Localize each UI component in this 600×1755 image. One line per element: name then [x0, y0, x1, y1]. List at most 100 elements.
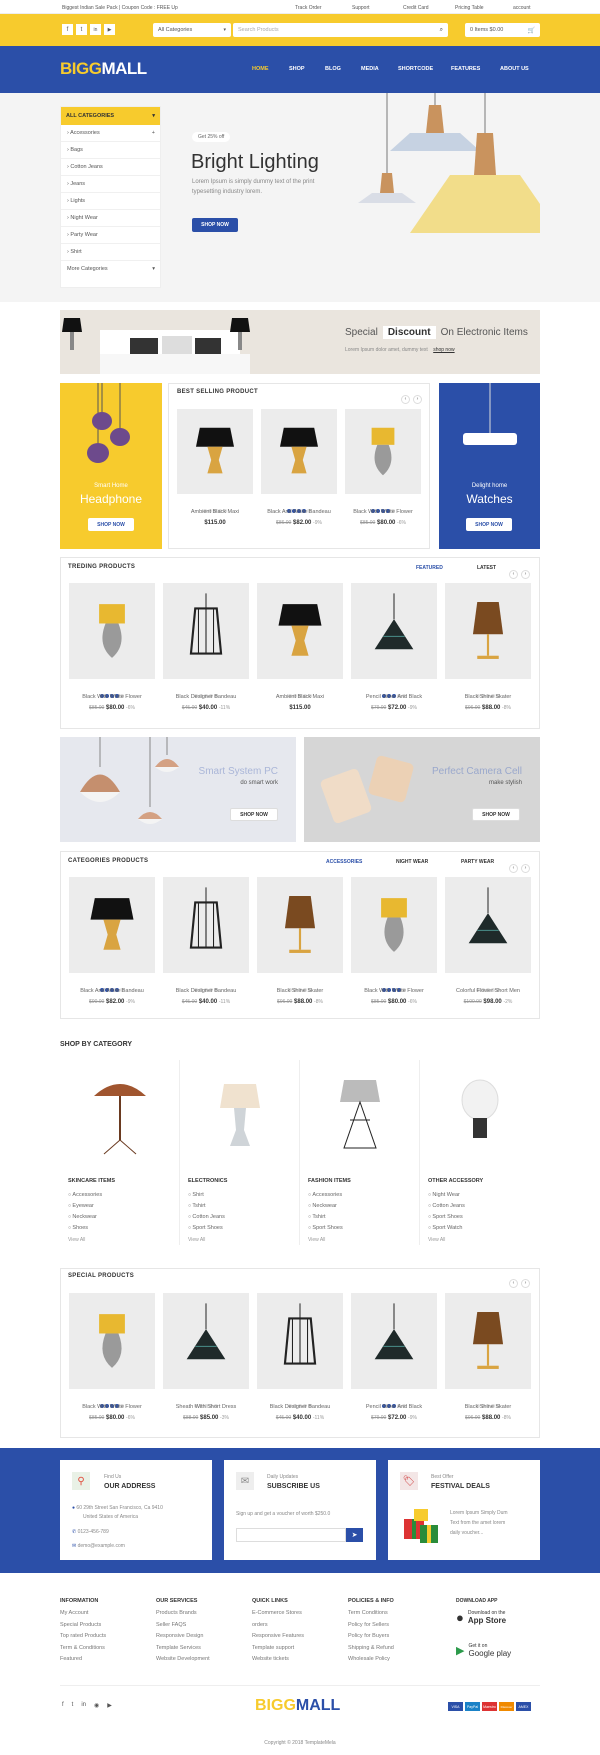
camera-cell-shop-button[interactable]: SHOP NOW	[472, 808, 520, 821]
nav-home[interactable]: HOME	[252, 66, 289, 72]
footer-link[interactable]: Term Conditions	[348, 1610, 388, 1616]
product-name[interactable]: Ambient Black Maxi	[257, 694, 343, 700]
category-link[interactable]: ○ Sport Shoes	[428, 1214, 463, 1220]
product-image[interactable]	[69, 583, 155, 679]
footer-link[interactable]: Seller FAQS	[156, 1622, 186, 1628]
category-link[interactable]: ○ Sport Shoes	[188, 1225, 223, 1231]
category-image[interactable]	[200, 1070, 280, 1158]
category-column-title[interactable]: OTHER ACCESSORY	[428, 1178, 483, 1184]
twitter-icon[interactable]: t	[72, 1702, 74, 1709]
footer-link[interactable]: Policy for Buyers	[348, 1633, 389, 1639]
search-input[interactable]: Search Products ⌕	[233, 23, 448, 37]
watches-shop-button[interactable]: SHOP NOW	[466, 518, 512, 531]
sidebar-item[interactable]: › Accessories +	[61, 125, 160, 142]
category-link[interactable]: ○ Shirt	[188, 1192, 204, 1198]
category-select[interactable]: All Categories ▾	[153, 23, 231, 37]
footer-link[interactable]: My Account	[60, 1610, 88, 1616]
credit-card-link[interactable]: Credit Card	[403, 5, 429, 11]
footer-link[interactable]: Shipping & Refund	[348, 1645, 394, 1651]
footer-link[interactable]: Special Products	[60, 1622, 101, 1628]
prev-arrow-icon[interactable]: ‹	[401, 395, 410, 404]
subscribe-email-input[interactable]	[236, 1528, 346, 1542]
rss-icon[interactable]: ◉	[94, 1702, 99, 1709]
footer-logo[interactable]: BIGGMALL	[255, 1697, 340, 1715]
product-name[interactable]: Pencil Silver And Black	[351, 694, 437, 700]
tab-party-wear[interactable]: PARTY WEAR	[461, 859, 494, 865]
linkedin-icon[interactable]: in	[81, 1702, 86, 1709]
view-all-link[interactable]: View All	[428, 1237, 445, 1243]
footer-link[interactable]: Template Services	[156, 1645, 201, 1651]
nav-about[interactable]: ABOUT US	[500, 66, 529, 72]
smart-pc-shop-button[interactable]: SHOP NOW	[230, 808, 278, 821]
search-icon[interactable]: ⌕	[440, 27, 443, 34]
more-categories[interactable]: More Categories ▾	[61, 261, 160, 277]
cart-button[interactable]: 0 Items $0.00 🛒	[465, 23, 540, 37]
product-name[interactable]: Black Designer Bandeau	[257, 1404, 343, 1410]
footer-link[interactable]: Template support	[252, 1645, 294, 1651]
product-image[interactable]	[257, 877, 343, 973]
product-image[interactable]	[351, 1293, 437, 1389]
category-link[interactable]: ○ Tshirt	[308, 1214, 326, 1220]
sidebar-item[interactable]: › Cotton Jeans	[61, 159, 160, 176]
footer-link[interactable]: Policy for Sellers	[348, 1622, 389, 1628]
footer-link[interactable]: Term & Conditions	[60, 1645, 105, 1651]
next-arrow-icon[interactable]: ›	[521, 1279, 530, 1288]
hero-shop-button[interactable]: SHOP NOW	[192, 218, 238, 232]
product-name[interactable]: Black Shine Skater	[445, 694, 531, 700]
track-order-link[interactable]: Track Order	[295, 5, 321, 11]
category-link[interactable]: ○ Accessories	[68, 1192, 102, 1198]
category-link[interactable]: ○ Tshirt	[188, 1203, 206, 1209]
product-image[interactable]	[345, 409, 421, 494]
footer-link[interactable]: Top rated Products	[60, 1633, 106, 1639]
sidebar-item[interactable]: › Shirt	[61, 244, 160, 261]
product-name[interactable]: Black Shine Skater	[257, 988, 343, 994]
product-image[interactable]	[163, 877, 249, 973]
facebook-icon[interactable]: f	[62, 1702, 64, 1709]
view-all-link[interactable]: View All	[68, 1237, 85, 1243]
product-name[interactable]: Black With White Flower	[345, 509, 421, 515]
tab-accessories[interactable]: ACCESSORIES	[326, 859, 362, 865]
prev-arrow-icon[interactable]: ‹	[509, 1279, 518, 1288]
logo[interactable]: BIGGMALL	[60, 59, 147, 79]
sidebar-item[interactable]: › Bags	[61, 142, 160, 159]
tab-night-wear[interactable]: NIGHT WEAR	[396, 859, 428, 865]
category-link[interactable]: ○ Cotton Jeans	[188, 1214, 225, 1220]
category-link[interactable]: ○ Cotton Jeans	[428, 1203, 465, 1209]
app-store-badge[interactable]: ● Download on the App Store	[456, 1610, 506, 1625]
youtube-icon[interactable]: ▶	[104, 24, 115, 35]
view-all-link[interactable]: View All	[308, 1237, 325, 1243]
category-column-title[interactable]: FASHION ITEMS	[308, 1178, 351, 1184]
product-image[interactable]	[69, 1293, 155, 1389]
footer-link[interactable]: Responsive Features	[252, 1633, 304, 1639]
sidebar-item[interactable]: › Jeans	[61, 176, 160, 193]
category-link[interactable]: ○ Sport Watch	[428, 1225, 462, 1231]
product-name[interactable]: Black Designer Bandeau	[163, 694, 249, 700]
view-all-link[interactable]: View All	[188, 1237, 205, 1243]
next-arrow-icon[interactable]: ›	[521, 864, 530, 873]
footer-link[interactable]: Website Development	[156, 1656, 210, 1662]
product-name[interactable]: Black And White Bandeau	[261, 509, 337, 515]
product-image[interactable]	[445, 583, 531, 679]
prev-arrow-icon[interactable]: ‹	[509, 864, 518, 873]
category-link[interactable]: ○ Eyewear	[68, 1203, 94, 1209]
product-image[interactable]	[445, 877, 531, 973]
product-image[interactable]	[351, 877, 437, 973]
facebook-icon[interactable]: f	[62, 24, 73, 35]
product-image[interactable]	[177, 409, 253, 494]
next-arrow-icon[interactable]: ›	[521, 570, 530, 579]
category-column-title[interactable]: ELECTRONICS	[188, 1178, 227, 1184]
product-image[interactable]	[163, 1293, 249, 1389]
footer-link[interactable]: Products Brands	[156, 1610, 197, 1616]
category-link[interactable]: ○ Sport Shoes	[308, 1225, 343, 1231]
footer-link[interactable]: Responsive Design	[156, 1633, 203, 1639]
footer-link[interactable]: Featured	[60, 1656, 82, 1662]
trending-tab-latest[interactable]: LATEST	[477, 565, 496, 571]
sidebar-item[interactable]: › Night Wear	[61, 210, 160, 227]
product-image[interactable]	[257, 1293, 343, 1389]
category-link[interactable]: ○ Shoes	[68, 1225, 88, 1231]
product-name[interactable]: Sheath With Short Dress	[163, 1404, 249, 1410]
google-play-badge[interactable]: ▶ Get it on Google play	[456, 1643, 511, 1658]
product-image[interactable]	[261, 409, 337, 494]
category-sidebar-header[interactable]: ALL CATEGORIES ▾	[61, 107, 160, 125]
category-link[interactable]: ○ Accessories	[308, 1192, 342, 1198]
